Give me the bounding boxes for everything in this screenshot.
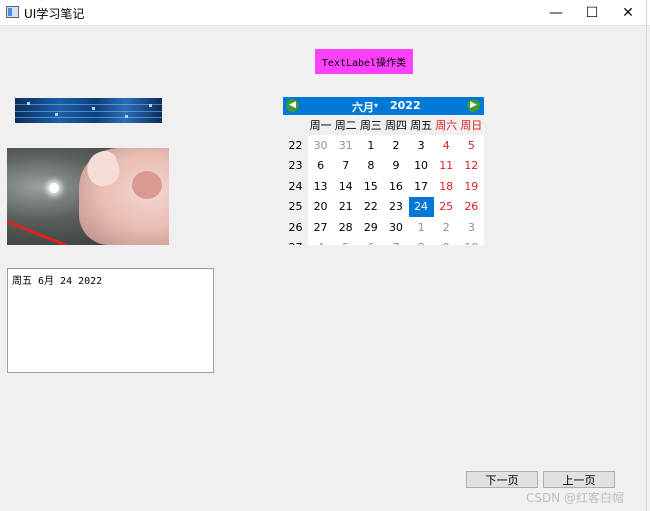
week-number: 24	[283, 176, 308, 197]
calendar-day[interactable]: 19	[459, 176, 484, 196]
next-month-icon[interactable]: ▶	[467, 99, 480, 112]
pig-image	[7, 148, 169, 245]
prev-page-button[interactable]: 上一页	[543, 471, 615, 488]
calendar-day[interactable]: 9	[383, 156, 408, 176]
calendar-day[interactable]: 10	[459, 237, 484, 245]
calendar-day-selected[interactable]: 24	[408, 196, 434, 217]
weekday-header: 周五	[408, 115, 434, 136]
calendar-day[interactable]: 6	[358, 237, 383, 245]
weekday-header: 周一	[308, 115, 334, 136]
calendar-day[interactable]: 12	[459, 156, 484, 176]
weekday-header: 周六	[433, 115, 459, 136]
calendar-day[interactable]: 2	[383, 135, 408, 155]
title-bar: UI学习笔记 — ☐ ✕	[0, 0, 650, 26]
calendar-day[interactable]: 11	[434, 156, 459, 176]
calendar-day[interactable]: 2	[434, 217, 459, 237]
calendar-day[interactable]: 8	[358, 156, 383, 176]
calendar-day[interactable]: 3	[409, 135, 434, 155]
calendar-day[interactable]: 1	[358, 135, 383, 155]
watermark: CSDN @红客白帽	[526, 491, 625, 505]
weekday-header: 周日	[458, 115, 484, 136]
week-number: 26	[283, 216, 308, 238]
date-text-edit[interactable]: 周五 6月 24 2022	[7, 268, 214, 373]
calendar-day[interactable]: 9	[434, 237, 459, 245]
calendar-grid: 周一 周二 周三 周四 周五 周六 周日 22 30 31 1 2 3 4 5 …	[283, 115, 484, 245]
calendar-day[interactable]: 5	[333, 237, 358, 245]
calendar-day[interactable]: 6	[308, 156, 333, 176]
calendar-day[interactable]: 21	[333, 197, 358, 217]
calendar-day[interactable]: 7	[383, 237, 408, 245]
calendar-day[interactable]: 16	[383, 176, 408, 196]
calendar-day[interactable]: 3	[459, 217, 484, 237]
text-label: TextLabel操作类	[315, 49, 413, 74]
banner-image	[15, 98, 162, 123]
maximize-button[interactable]: ☐	[573, 0, 611, 25]
calendar-day[interactable]: 30	[383, 217, 408, 237]
calendar-navigation-bar: ◀ 六月 ▾ 2022 ▶	[283, 97, 484, 115]
calendar-day[interactable]: 10	[409, 156, 434, 176]
window-border	[646, 0, 647, 511]
calendar-year[interactable]: 2022	[390, 99, 421, 112]
calendar-day[interactable]: 18	[434, 176, 459, 196]
calendar-day[interactable]: 1	[409, 217, 434, 237]
calendar-day[interactable]: 29	[358, 217, 383, 237]
weekday-header: 周二	[333, 115, 359, 136]
chevron-down-icon[interactable]: ▾	[374, 101, 378, 110]
calendar-day[interactable]: 25	[434, 197, 459, 217]
app-icon	[6, 6, 19, 18]
calendar-day[interactable]: 31	[333, 135, 358, 155]
calendar-day[interactable]: 13	[308, 176, 333, 196]
week-number: 27	[283, 237, 308, 245]
close-button[interactable]: ✕	[609, 0, 647, 25]
window-title: UI学习笔记	[24, 7, 85, 21]
calendar-day[interactable]: 4	[434, 135, 459, 155]
calendar-month[interactable]: 六月	[352, 99, 374, 115]
calendar-day[interactable]: 20	[308, 197, 333, 217]
week-number: 23	[283, 155, 308, 177]
calendar-day[interactable]: 17	[409, 176, 434, 196]
week-number: 22	[283, 135, 308, 156]
calendar-day[interactable]: 15	[358, 176, 383, 196]
calendar-day[interactable]: 5	[459, 135, 484, 155]
calendar-day[interactable]: 23	[383, 197, 408, 217]
calendar-day[interactable]: 4	[308, 237, 333, 245]
calendar-day[interactable]: 8	[409, 237, 434, 245]
calendar-day[interactable]: 7	[333, 156, 358, 176]
calendar-day[interactable]: 14	[333, 176, 358, 196]
calendar-day[interactable]: 26	[459, 197, 484, 217]
prev-month-icon[interactable]: ◀	[286, 99, 299, 112]
next-page-button[interactable]: 下一页	[466, 471, 538, 488]
calendar-day[interactable]: 28	[333, 217, 358, 237]
calendar-widget[interactable]: ◀ 六月 ▾ 2022 ▶ 周一 周二 周三 周四 周五 周六 周日 22 30…	[283, 97, 484, 245]
calendar-corner	[283, 115, 308, 136]
calendar-day[interactable]: 30	[308, 135, 333, 155]
weekday-header: 周四	[383, 115, 409, 136]
minimize-button[interactable]: —	[537, 0, 575, 25]
week-number: 25	[283, 196, 308, 217]
calendar-day[interactable]: 22	[358, 197, 383, 217]
calendar-day[interactable]: 27	[308, 217, 333, 237]
weekday-header: 周三	[358, 115, 384, 136]
